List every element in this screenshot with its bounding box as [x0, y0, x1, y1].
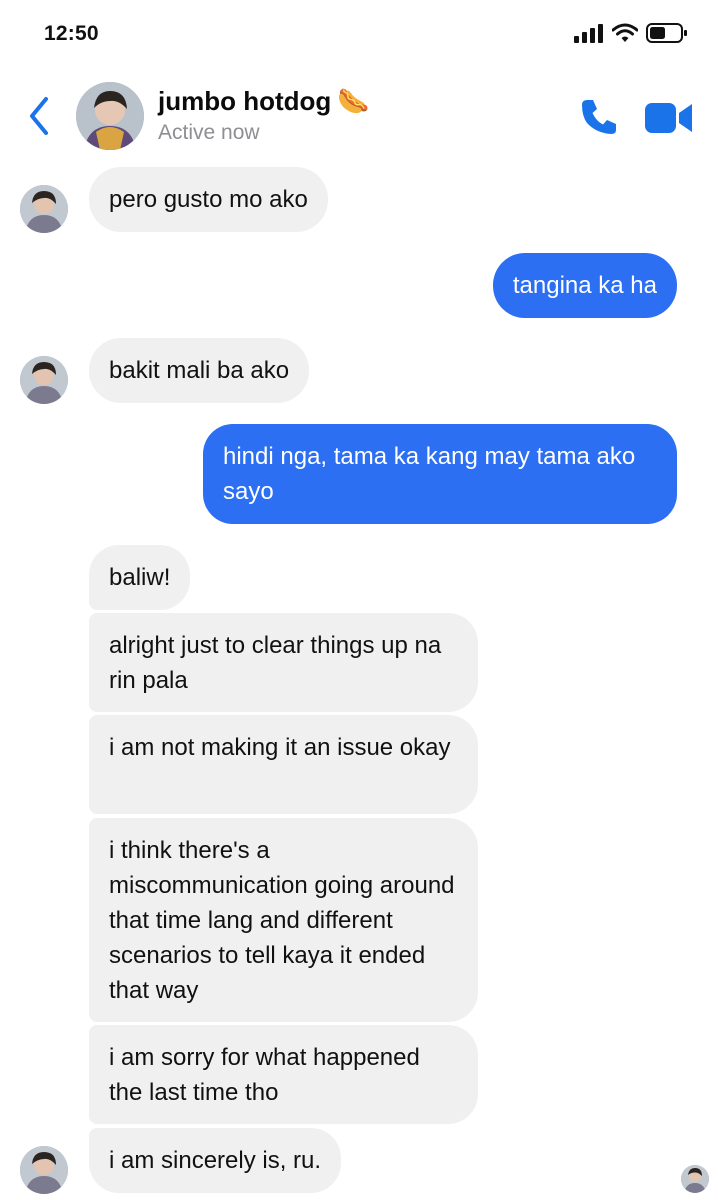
message-incoming[interactable]: pero gusto mo ako	[89, 167, 328, 232]
sender-avatar	[20, 356, 68, 404]
message-incoming[interactable]: bakit mali ba ako	[89, 338, 310, 403]
message-incoming[interactable]: baliw!	[89, 545, 191, 610]
message-incoming[interactable]: i am sorry for what happened the last ti…	[89, 1025, 478, 1124]
status-icons	[574, 22, 688, 44]
signal-icon	[574, 24, 603, 43]
contact-status: Active now	[158, 121, 260, 144]
message-incoming[interactable]: i am not making it an issue okay	[89, 715, 478, 814]
message-outgoing[interactable]: tangina ka ha	[492, 253, 677, 318]
wifi-icon	[612, 23, 638, 42]
sender-avatar	[20, 1146, 68, 1194]
contact-avatar[interactable]	[76, 82, 144, 150]
video-call-button[interactable]	[644, 98, 694, 138]
video-camera-icon	[645, 103, 692, 133]
message-outgoing[interactable]: hindi nga, tama ka kang may tama ako say…	[203, 424, 677, 524]
contact-name[interactable]: jumbo hotdog 🌭	[158, 86, 370, 117]
chevron-left-icon	[30, 97, 48, 135]
message-incoming[interactable]: i think there's a miscommunication going…	[89, 818, 478, 1022]
seen-receipt-avatar	[681, 1165, 709, 1193]
contact-name-text: jumbo hotdog	[158, 86, 332, 116]
battery-icon	[646, 23, 687, 43]
voice-call-button[interactable]	[578, 96, 620, 138]
sender-avatar	[20, 185, 68, 233]
message-incoming[interactable]: i am sincerely is, ru.	[89, 1128, 342, 1193]
phone-icon	[582, 100, 616, 134]
back-button[interactable]	[22, 94, 56, 138]
hotdog-emoji: 🌭	[337, 86, 370, 116]
message-incoming[interactable]: alright just to clear things up na rin p…	[89, 613, 478, 712]
status-time: 12:50	[44, 22, 99, 45]
